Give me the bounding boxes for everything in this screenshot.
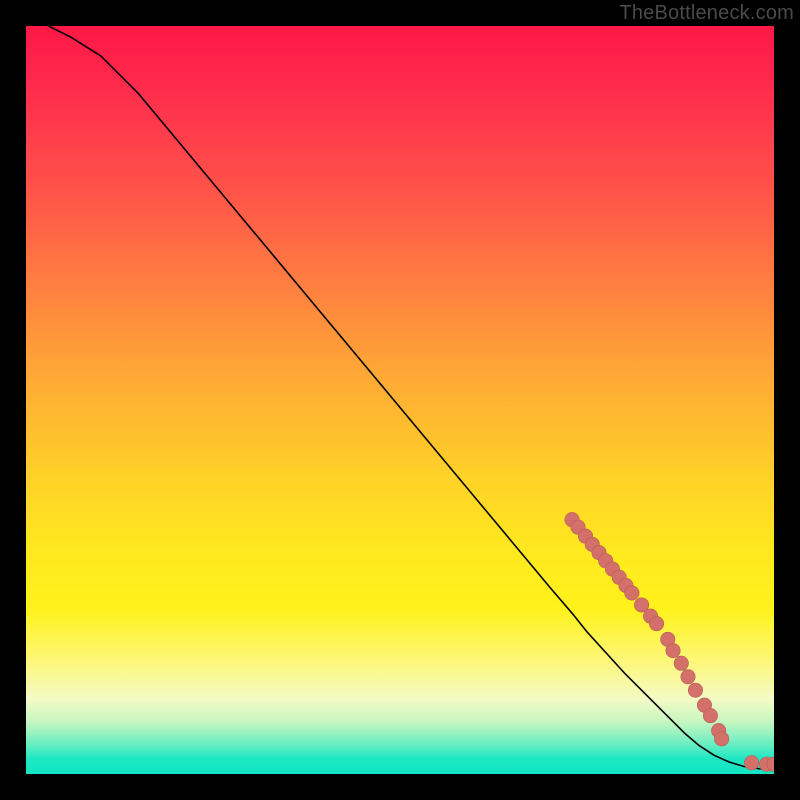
chart-frame: TheBottleneck.com xyxy=(0,0,800,800)
plot-area xyxy=(26,26,774,774)
data-point xyxy=(666,643,680,657)
series-curve xyxy=(48,26,774,770)
data-point xyxy=(649,616,663,630)
watermark-text: TheBottleneck.com xyxy=(619,2,794,25)
data-point xyxy=(688,683,702,697)
data-point xyxy=(681,670,695,684)
data-point xyxy=(674,656,688,670)
data-point xyxy=(703,708,717,722)
chart-overlay xyxy=(26,26,774,774)
data-point xyxy=(744,756,758,770)
data-point xyxy=(714,732,728,746)
data-point xyxy=(625,586,639,600)
